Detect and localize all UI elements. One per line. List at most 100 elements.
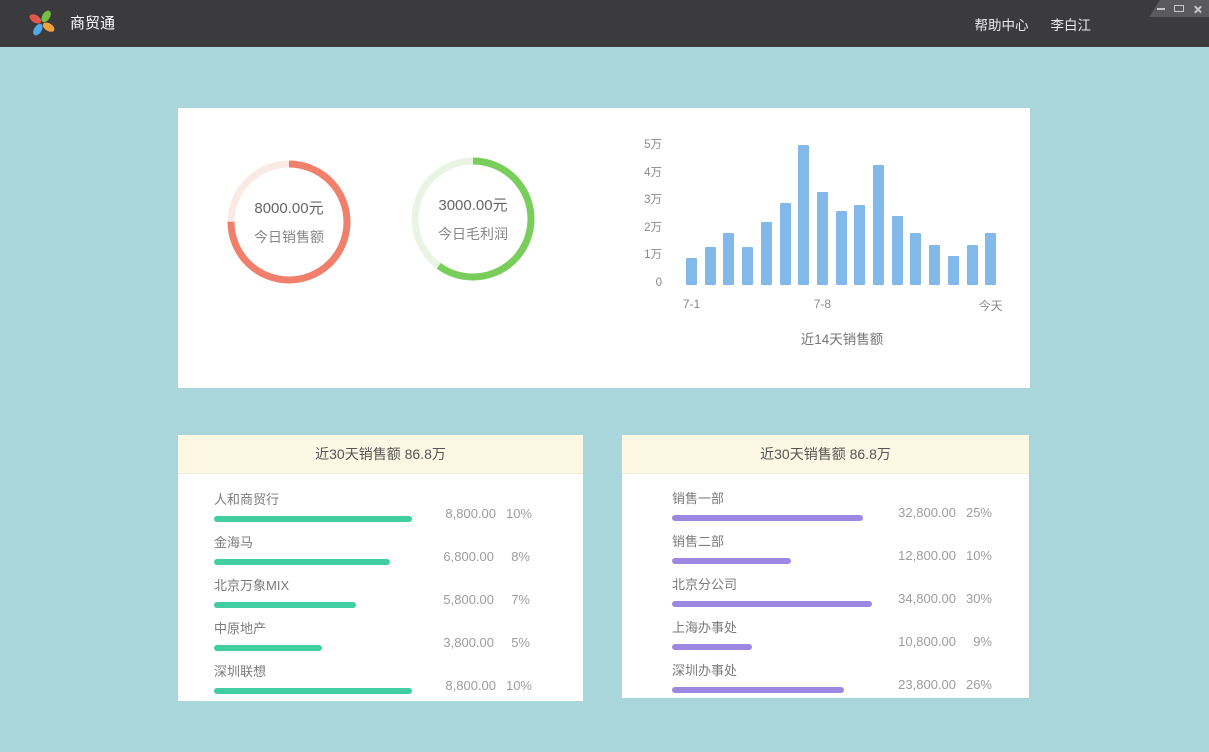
y-axis-tick: 2万: [640, 222, 662, 234]
ranking-row-value: 3,800.005%: [410, 635, 530, 650]
customer-ranking-rows: 人和商贸行8,800.0010%金海马6,800.008%北京万象MIX5,80…: [178, 474, 583, 694]
ranking-row-value: 34,800.0030%: [872, 591, 992, 606]
ranking-row-amount: 32,800.00: [872, 505, 956, 520]
daily-sales-bar: [686, 258, 697, 286]
today-profit-donut: 3000.00元 今日毛利润: [411, 157, 535, 281]
overview-panel: 8000.00元 今日销售额 30天最高：10,000.00元 3000.00元…: [178, 108, 1030, 388]
daily-sales-bar: [761, 222, 772, 285]
ranking-row: 金海马 6,800.008%: [214, 532, 530, 565]
ranking-row: 北京万象MIX 5,800.007%: [214, 575, 530, 608]
ranking-row-percent: 8%: [494, 549, 530, 564]
ranking-row-value: 32,800.0025%: [872, 505, 992, 520]
daily-sales-bar: [967, 245, 978, 285]
ranking-row-percent: 7%: [494, 592, 530, 607]
ranking-row: 销售二部 12,800.0010%: [672, 531, 992, 564]
ranking-row-percent: 10%: [496, 678, 532, 693]
daily-sales-bar: [985, 233, 996, 285]
ranking-row: 深圳办事处 23,800.0026%: [672, 660, 992, 693]
ranking-row-label: 销售一部: [672, 488, 863, 507]
today-sales-value: 8000.00元: [254, 197, 323, 218]
ranking-row-amount: 6,800.00: [410, 549, 494, 564]
department-sales-ranking-panel: 近30天销售额 86.8万 销售一部 32,800.0025% 销售二部 12,800…: [622, 435, 1029, 698]
ranking-row-label: 人和商贸行: [214, 489, 412, 508]
ranking-row-amount: 8,800.00: [412, 506, 496, 521]
ranking-row-label: 北京分公司: [672, 574, 872, 593]
maximize-icon[interactable]: [1174, 5, 1184, 12]
ranking-row-value: 23,800.0026%: [872, 677, 992, 692]
ranking-row-bar: [672, 558, 791, 564]
app-logo-pinwheel-icon: [27, 8, 57, 38]
ranking-row-bar: [672, 687, 844, 693]
window-controls: [1149, 0, 1209, 17]
ranking-row: 上海办事处 10,800.009%: [672, 617, 992, 650]
department-ranking-rows: 销售一部32,800.0025%销售二部12,800.0010%北京分公司34,…: [622, 474, 1029, 693]
ranking-row-bar: [672, 601, 872, 607]
ranking-row-percent: 10%: [956, 548, 992, 563]
customer-ranking-title: 近30天销售额 86.8万: [178, 435, 583, 474]
help-center-link[interactable]: 帮助中心: [975, 14, 1029, 34]
ranking-row-label: 北京万象MIX: [214, 575, 356, 594]
daily-sales-bar: [948, 256, 959, 285]
ranking-row-percent: 30%: [956, 591, 992, 606]
daily-sales-bar: [817, 192, 828, 286]
today-sales-donut-center: 8000.00元 今日销售额: [227, 160, 351, 284]
x-axis-tick: 7-1: [662, 297, 722, 311]
ranking-row-value: 8,800.0010%: [412, 506, 532, 521]
today-profit-value: 3000.00元: [438, 194, 507, 215]
ranking-row: 深圳联想8,800.0010%: [214, 661, 530, 694]
ranking-row-bar: [214, 516, 412, 522]
user-name-link[interactable]: 李白江: [1051, 14, 1092, 34]
daily-sales-bar: [798, 145, 809, 285]
y-axis-tick: 3万: [640, 194, 662, 206]
sales-14d-bar-chart: 近14天销售额 5万4万3万2万1万07-17-8今天: [640, 138, 1020, 368]
ranking-row-percent: 26%: [956, 677, 992, 692]
customer-sales-ranking-panel: 近30天销售额 86.8万 人和商贸行8,800.0010%金海马6,800.0…: [178, 435, 583, 701]
daily-sales-bar: [705, 247, 716, 286]
ranking-row-amount: 3,800.00: [410, 635, 494, 650]
ranking-row-amount: 34,800.00: [872, 591, 956, 606]
ranking-row-label: 金海马: [214, 532, 390, 551]
ranking-row-bar: [672, 644, 752, 650]
ranking-row-label: 深圳办事处: [672, 660, 844, 679]
minimize-icon[interactable]: [1157, 8, 1165, 10]
ranking-row-amount: 10,800.00: [872, 634, 956, 649]
ranking-row: 销售一部 32,800.0025%: [672, 488, 992, 521]
ranking-row-percent: 5%: [494, 635, 530, 650]
daily-sales-bar: [780, 203, 791, 286]
ranking-row-amount: 23,800.00: [872, 677, 956, 692]
ranking-row-amount: 12,800.00: [872, 548, 956, 563]
ranking-row-label: 销售二部: [672, 531, 791, 550]
today-profit-donut-center: 3000.00元 今日毛利润: [411, 157, 535, 281]
daily-sales-bar: [854, 205, 865, 285]
daily-sales-bar: [742, 247, 753, 286]
ranking-row-value: 8,800.0010%: [412, 678, 532, 693]
y-axis-tick: 5万: [640, 139, 662, 151]
daily-sales-bar: [910, 233, 921, 285]
y-axis-tick: 4万: [640, 167, 662, 179]
x-axis-tick: 今天: [961, 297, 1021, 314]
app-title: 商贸通: [70, 0, 115, 47]
ranking-row-bar: [214, 602, 356, 608]
ranking-row-label: 上海办事处: [672, 617, 752, 636]
today-sales-donut: 8000.00元 今日销售额: [227, 160, 351, 284]
today-sales-caption: 今日销售额: [254, 227, 324, 247]
bar-chart-title: 近14天销售额: [686, 328, 998, 348]
daily-sales-bar: [836, 211, 847, 285]
ranking-row-label: 深圳联想: [214, 661, 412, 680]
ranking-row: 人和商贸行8,800.0010%: [214, 489, 530, 522]
ranking-row-value: 6,800.008%: [410, 549, 530, 564]
y-axis-tick: 1万: [640, 249, 662, 261]
daily-sales-bar: [929, 245, 940, 285]
y-axis-tick: 0: [640, 277, 662, 289]
daily-sales-bar: [723, 233, 734, 285]
ranking-row: 北京分公司34,800.0030%: [672, 574, 992, 607]
ranking-row-value: 10,800.009%: [872, 634, 992, 649]
ranking-row-value: 12,800.0010%: [872, 548, 992, 563]
ranking-row-bar: [214, 559, 390, 565]
top-navigation: 帮助中心 李白江: [975, 0, 1092, 47]
daily-sales-bar: [873, 165, 884, 285]
department-ranking-title: 近30天销售额 86.8万: [622, 435, 1029, 474]
ranking-row-percent: 10%: [496, 506, 532, 521]
ranking-row-value: 5,800.007%: [410, 592, 530, 607]
close-icon[interactable]: [1193, 5, 1201, 13]
